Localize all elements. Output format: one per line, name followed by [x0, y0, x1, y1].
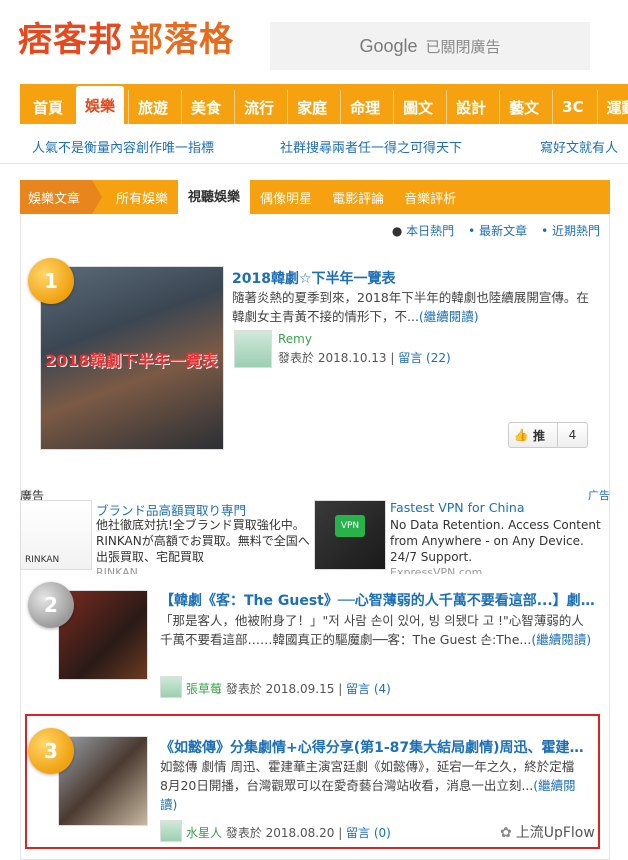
- article-3-excerpt: 如懿傳 劇情 周迅、霍建華主演宮廷劇《如懿傳》，延宕一年之久，終於定檔8月20日…: [160, 757, 580, 814]
- thumbs-up-icon: 👍: [513, 428, 529, 442]
- vpn-key-icon: VPN: [335, 515, 365, 537]
- article-3-excerpt-text: 如懿傳 劇情 周迅、霍建華主演宮廷劇《如懿傳》，延宕一年之久，終於定檔8月20日…: [160, 759, 575, 793]
- article-2-meta: 張草莓 發表於 2018.09.15 | 留言 (4): [186, 680, 391, 697]
- article-3-title[interactable]: 《如懿傳》分集劇情+心得分享(第1-87集大結局劇情)周迅、霍建華、...: [160, 737, 596, 757]
- nav-item-entertainment[interactable]: 娛樂: [76, 86, 125, 124]
- watermark: ✿ 上流UpFlow: [500, 822, 595, 842]
- ticker-link-1[interactable]: 人氣不是衡量內容創作唯一指標: [32, 137, 214, 156]
- ad-2-text[interactable]: No Data Retention. Access Content from A…: [390, 517, 604, 565]
- sort-recent-hot-label: 近期熱門: [551, 224, 600, 238]
- posted-prefix: 發表於: [278, 351, 318, 365]
- nav-item-design[interactable]: 設計: [446, 90, 495, 124]
- article-1-excerpt: 隨著炎熱的夏季到來，2018年下半年的韓劇也陸續展開宣傳。在韓劇女主青黃不接的情…: [232, 288, 596, 326]
- header-ad-box: Google 已關閉廣告: [270, 22, 590, 70]
- tab-music-reviews[interactable]: 音樂評析: [394, 180, 466, 214]
- logo-main: 痞客邦: [18, 20, 123, 60]
- article-1-comments[interactable]: 留言 (22): [398, 351, 450, 365]
- sort-recent-hot[interactable]: • 近期熱門: [541, 222, 600, 240]
- nav-item-travel[interactable]: 旅遊: [128, 90, 177, 124]
- ad-2-image[interactable]: VPN: [314, 500, 386, 570]
- rank-badge-2: 2: [28, 582, 74, 628]
- nav-item-home[interactable]: 首頁: [24, 90, 72, 124]
- rank-badge-3: 3: [28, 728, 74, 774]
- sort-today-hot-label: 本日熱門: [406, 224, 455, 238]
- article-1-read-more[interactable]: (繼續閱讀): [419, 309, 479, 324]
- ticker-link-3[interactable]: 寫好文就有人: [540, 137, 618, 156]
- tab-all-entertainment[interactable]: 所有娛樂: [106, 180, 178, 214]
- promo-ticker: 人氣不是衡量內容創作唯一指標 社群搜尋兩者任一得之可得天下 寫好文就有人: [0, 126, 628, 164]
- site-header: 痞客邦 部落格 Google 已關閉廣告: [0, 0, 628, 82]
- author-avatar[interactable]: [160, 820, 182, 842]
- article-3-comments[interactable]: 留言 (0): [346, 826, 391, 840]
- nav-item-fortune[interactable]: 命理: [340, 90, 389, 124]
- article-2-title[interactable]: 【韓劇《客：The Guest》──心智薄弱的人千萬不要看這部...】劇情...: [160, 590, 596, 610]
- subcategory-tabs: 娛樂文章 所有娛樂 視聽娛樂 偶像明星 電影評論 音樂評析: [20, 176, 610, 214]
- site-logo[interactable]: 痞客邦 部落格: [18, 12, 234, 61]
- nav-item-3c[interactable]: 3C: [552, 90, 592, 124]
- article-2-read-more[interactable]: (繼續閱讀): [531, 632, 591, 647]
- posted-prefix: 發表於: [222, 826, 266, 840]
- ad-closed-text: 已關閉廣告: [425, 37, 501, 56]
- article-1-image-caption: 2018韓劇下半年一覽表: [45, 351, 218, 370]
- tab-lead-label: 娛樂文章: [20, 180, 103, 214]
- author-avatar[interactable]: [160, 676, 182, 698]
- sort-latest[interactable]: • 最新文章: [468, 222, 527, 240]
- author-avatar[interactable]: [234, 330, 272, 368]
- tab-idols[interactable]: 偶像明星: [250, 180, 322, 214]
- sort-today-hot[interactable]: ● 本日熱門: [392, 222, 454, 240]
- like-count: 4: [557, 423, 587, 447]
- ad-1-text[interactable]: 他社徹底対抗!全ブランド買取強化中。RINKANが高額でお買取。無料で全国へ出張…: [96, 517, 310, 565]
- watermark-text: 上流UpFlow: [515, 825, 595, 841]
- article-1-date: 2018.10.13: [317, 351, 387, 365]
- meta-separator: |: [334, 682, 347, 696]
- ticker-link-2[interactable]: 社群搜尋兩者任一得之可得天下: [280, 137, 462, 156]
- google-label: Google: [359, 35, 418, 56]
- wechat-icon: ✿: [500, 825, 512, 841]
- like-label: 推: [533, 428, 546, 443]
- nav-item-food[interactable]: 美食: [181, 90, 230, 124]
- like-button[interactable]: 👍 推 4: [508, 422, 588, 448]
- category-nav: 首頁 娛樂 旅遊 美食 流行 家庭 命理 圖文 設計 藝文 3C 運動: [20, 84, 628, 124]
- article-2-author[interactable]: 張草莓: [186, 682, 222, 696]
- nav-item-arts[interactable]: 藝文: [499, 90, 548, 124]
- nav-item-family[interactable]: 家庭: [287, 90, 336, 124]
- tab-audio-visual[interactable]: 視聽娛樂: [178, 176, 251, 214]
- ad-2-title[interactable]: Fastest VPN for China: [390, 500, 524, 515]
- rank-badge-1: 1: [28, 258, 74, 304]
- meta-separator: |: [334, 826, 347, 840]
- article-3-meta: 水星人 發表於 2018.08.20 | 留言 (0): [186, 824, 391, 841]
- meta-separator: |: [386, 351, 399, 365]
- sort-options: ● 本日熱門 • 最新文章 • 近期熱門: [340, 222, 600, 240]
- article-2-date: 2018.09.15: [265, 682, 335, 696]
- article-2-comments[interactable]: 留言 (4): [346, 682, 391, 696]
- article-2-excerpt-text: 「那是客人，他被附身了！」"저 사람 손이 있어, 빙 의됐다 고 !"心智薄弱…: [160, 613, 584, 647]
- article-3-date: 2018.08.20: [265, 826, 335, 840]
- article-2-excerpt: 「那是客人，他被附身了！」"저 사람 손이 있어, 빙 의됐다 고 !"心智薄弱…: [160, 611, 596, 649]
- nav-item-fashion[interactable]: 流行: [234, 90, 283, 124]
- tab-movie-reviews[interactable]: 電影評論: [322, 180, 394, 214]
- ad-1-image-text: RINKAN: [25, 555, 60, 565]
- article-1-author[interactable]: Remy: [278, 332, 451, 346]
- ad-2-source[interactable]: ExpressVPN.com: [390, 566, 482, 574]
- article-1-title[interactable]: 2018韓劇☆下半年一覽表: [232, 268, 602, 288]
- active-dot-icon: ●: [391, 224, 407, 238]
- page-root: 痞客邦 部落格 Google 已關閉廣告 首頁 娛樂 旅遊 美食 流行 家庭 命理…: [0, 0, 628, 860]
- nav-item-sports[interactable]: 運動: [596, 90, 628, 124]
- posted-prefix: 發表於: [222, 682, 266, 696]
- nav-item-comics[interactable]: 圖文: [393, 90, 442, 124]
- sort-latest-label: 最新文章: [479, 224, 528, 238]
- ad-1-source[interactable]: RINKAN: [96, 566, 138, 574]
- article-1-meta: Remy 發表於 2018.10.13 | 留言 (22): [278, 332, 451, 366]
- ads-label-right[interactable]: 广告: [588, 487, 610, 503]
- article-1-excerpt-text: 隨著炎熱的夏季到來，2018年下半年的韓劇也陸續展開宣傳。在韓劇女主青黃不接的情…: [232, 290, 589, 324]
- article-3-author[interactable]: 水星人: [186, 826, 222, 840]
- ad-1-image[interactable]: RINKAN: [20, 500, 92, 570]
- logo-sub: 部落格: [129, 20, 234, 60]
